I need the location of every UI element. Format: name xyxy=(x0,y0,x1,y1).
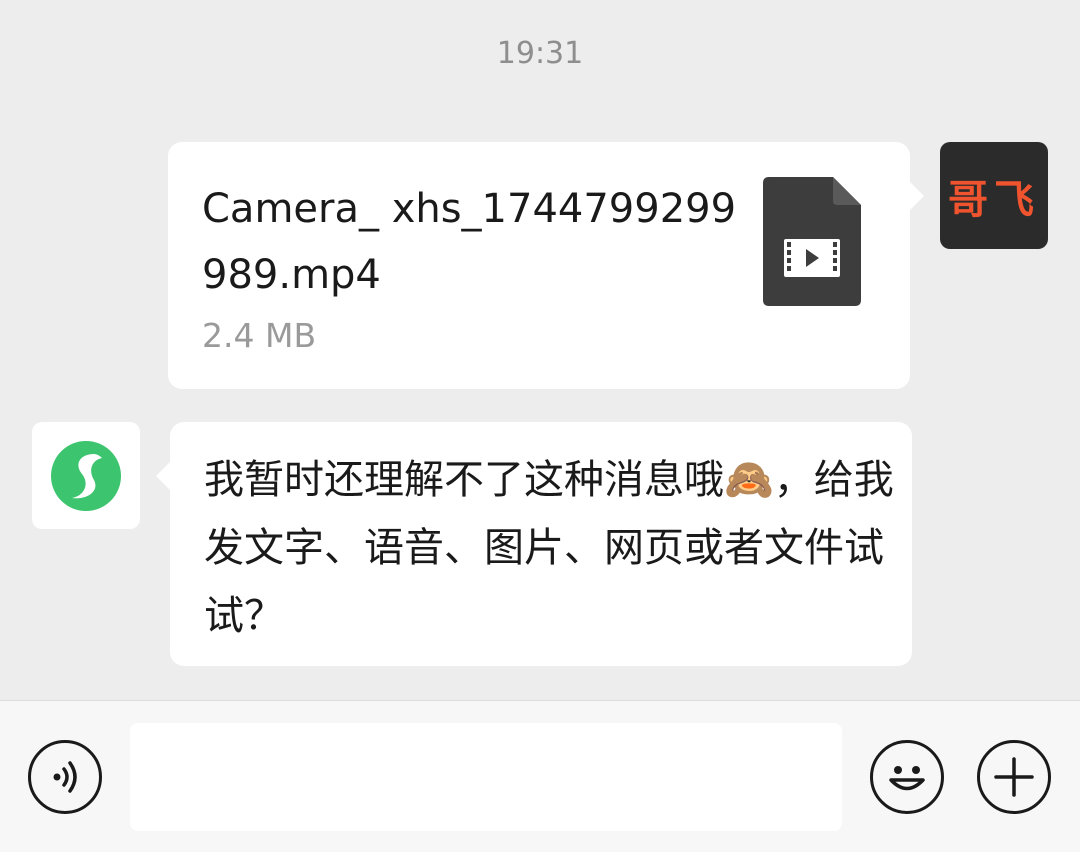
emoji-button[interactable] xyxy=(870,740,944,814)
plus-button[interactable] xyxy=(977,740,1051,814)
reply-message-bubble[interactable]: 我暂时还理解不了这种消息哦🙈，给我发文字、语音、图片、网页或者文件试试？ xyxy=(156,422,912,666)
voice-button[interactable] xyxy=(28,740,102,814)
bot-logo-icon xyxy=(51,440,121,511)
file-size: 2.4 MB xyxy=(202,316,317,355)
bot-avatar[interactable] xyxy=(32,422,140,529)
message-timestamp: 19:31 xyxy=(496,36,584,71)
reply-text: 我暂时还理解不了这种消息哦🙈，给我发文字、语音、图片、网页或者文件试试？ xyxy=(204,457,894,639)
chat-area: 19:31 Camera_ xhs_1744799299989.mp4 2.4 … xyxy=(0,0,1080,700)
video-file-icon xyxy=(763,177,861,306)
voice-icon xyxy=(53,761,77,793)
emoji-icon xyxy=(889,766,925,791)
my-avatar[interactable]: 哥飞 xyxy=(940,142,1048,249)
bubble-tail xyxy=(156,462,170,490)
plus-icon xyxy=(994,757,1034,797)
file-message-bubble[interactable]: Camera_ xhs_1744799299989.mp4 2.4 MB xyxy=(168,142,924,389)
bubble-tail xyxy=(910,182,924,210)
file-name: Camera_ xhs_1744799299989.mp4 xyxy=(202,186,737,298)
input-bar xyxy=(0,700,1080,852)
my-avatar-text: 哥飞 xyxy=(948,176,1040,223)
message-input[interactable] xyxy=(130,723,842,831)
